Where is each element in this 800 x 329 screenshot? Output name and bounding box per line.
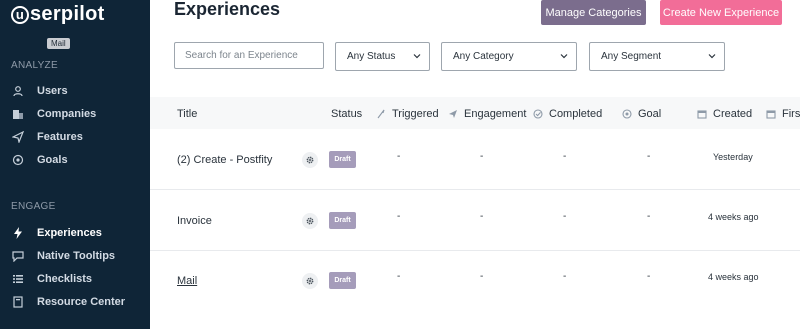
triggered-value: - [397,271,401,282]
sidebar-item-features[interactable]: Features [11,130,83,144]
completed-value: - [563,151,567,162]
sidebar-item-checklists[interactable]: Checklists [11,272,92,286]
created-value: 4 weeks ago [708,212,759,222]
status-badge: Draft [329,272,356,289]
analyze-section-label: ANALYZE [11,60,58,71]
settings-gear-icon[interactable] [302,273,318,289]
sidebar-item-resource-center[interactable]: Resource Center [11,295,125,309]
engagement-icon [448,109,458,119]
sidebar-item-native-tooltips[interactable]: Native Tooltips [11,249,115,263]
column-label: Created [713,108,753,120]
segment-filter-value: Any Segment [601,51,662,62]
column-header-title[interactable]: Title [177,108,197,120]
goal-value: - [647,151,651,162]
chevron-down-icon [560,54,568,59]
logo-text: serpilot [30,3,105,25]
column-header-status[interactable]: Status [331,108,362,120]
sidebar-item-users[interactable]: Users [11,84,68,98]
column-label: Triggered [392,108,439,120]
completed-value: - [563,211,567,222]
status-filter-select[interactable]: Any Status [335,42,430,71]
user-icon [11,84,25,98]
completed-icon [533,109,543,119]
column-header-completed[interactable]: Completed [533,108,602,120]
search-input[interactable]: Search for an Experience [174,42,324,69]
engagement-value: - [480,211,484,222]
column-label: Title [177,108,198,120]
sidebar-item-label: Companies [37,108,97,120]
column-header-triggered[interactable]: Triggered [376,108,439,120]
sidebar-item-goals[interactable]: Goals [11,153,68,167]
triggered-value: - [397,211,401,222]
category-filter-value: Any Category [453,51,514,62]
experience-title[interactable]: Invoice [177,215,212,227]
status-badge: Draft [329,151,356,168]
userpilot-logo[interactable]: u serpilot [11,3,105,26]
status-filter-value: Any Status [347,51,396,62]
search-placeholder: Search for an Experience [185,50,298,61]
column-label: Engagement [464,108,527,120]
book-icon [11,295,25,309]
create-new-experience-button[interactable]: Create New Experience [660,0,782,25]
status-badge: Draft [329,212,356,229]
goal-value: - [647,271,651,282]
sidebar-item-experiences[interactable]: Experiences [11,226,102,240]
tooltip: Mail [47,38,70,49]
goal-icon [11,153,25,167]
manage-categories-button[interactable]: Manage Categories [541,0,646,25]
main-content: Experiences Manage Categories Create New… [150,0,800,329]
settings-gear-icon[interactable] [302,213,318,229]
column-header-first[interactable]: First [766,108,800,120]
experience-title[interactable]: Mail [177,275,197,287]
settings-gear-icon[interactable] [302,152,318,168]
engagement-value: - [480,151,484,162]
chevron-down-icon [413,54,421,59]
lightning-icon [11,226,25,240]
chevron-down-icon [708,54,716,59]
created-value: Yesterday [713,152,753,162]
sidebar-item-label: Experiences [37,227,102,239]
sidebar: u serpilot Mail ANALYZE Users Companies … [0,0,150,329]
row-divider [150,250,800,251]
page-title: Experiences [174,0,281,19]
calendar-icon [697,109,707,119]
tooltip-icon [11,249,25,263]
sidebar-item-label: Checklists [37,273,93,285]
goal-icon [622,109,632,119]
triggered-icon [376,109,386,119]
sidebar-item-companies[interactable]: Companies [11,107,96,121]
sidebar-item-label: Native Tooltips [37,250,116,262]
triggered-value: - [397,151,401,162]
completed-value: - [563,271,567,282]
column-header-engagement[interactable]: Engagement [448,108,526,120]
category-filter-select[interactable]: Any Category [441,42,577,71]
building-icon [11,107,25,121]
column-header-goal[interactable]: Goal [622,108,661,120]
created-value: 4 weeks ago [708,272,759,282]
column-label: Goal [638,108,662,120]
column-label: First [782,108,800,120]
column-label: Completed [549,108,603,120]
logo-u-mark: u [11,5,29,24]
column-label: Status [331,108,363,120]
sidebar-item-label: Features [37,131,83,143]
engagement-value: - [480,271,484,282]
app: u serpilot Mail ANALYZE Users Companies … [0,0,800,329]
sidebar-item-label: Resource Center [37,296,126,308]
column-header-created[interactable]: Created [697,108,752,120]
features-icon [11,130,25,144]
segment-filter-select[interactable]: Any Segment [589,42,725,71]
engage-section-label: ENGAGE [11,201,56,212]
sidebar-item-label: Users [37,85,68,97]
calendar-icon [766,109,776,119]
checklist-icon [11,272,25,286]
sidebar-item-label: Goals [37,154,68,166]
experience-title[interactable]: (2) Create - Postfity [177,154,272,166]
goal-value: - [647,211,651,222]
row-divider [150,189,800,190]
